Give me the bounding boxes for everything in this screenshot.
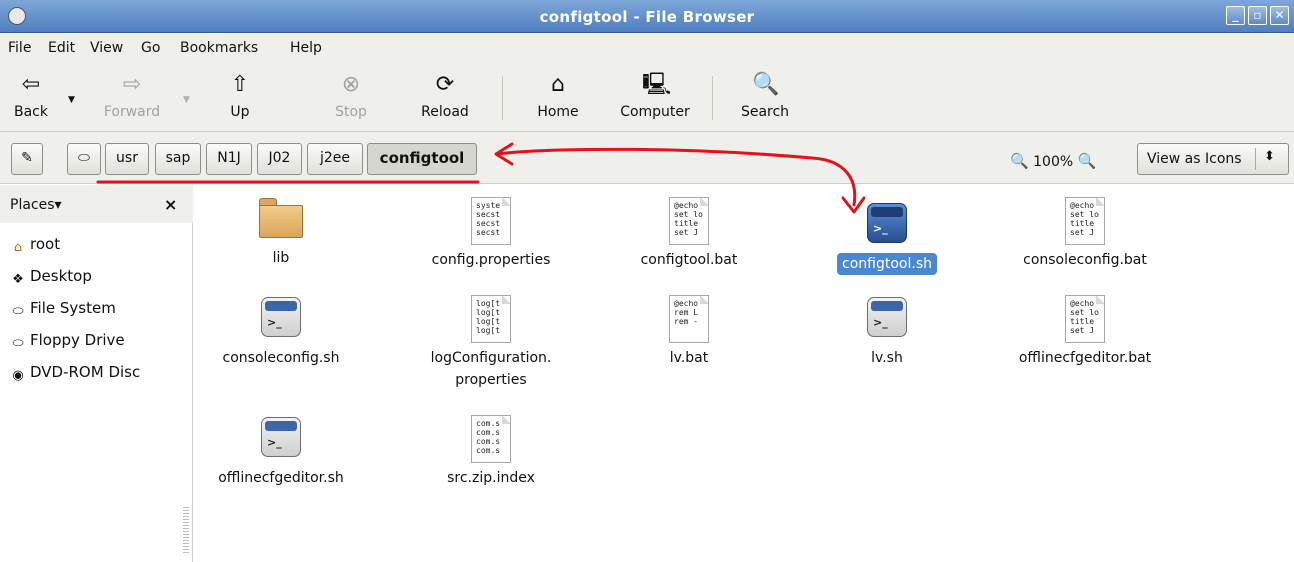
home-button[interactable]: ⌂ Home: [528, 68, 588, 120]
toolbar-separator: [502, 76, 503, 120]
sidebar-mode-select[interactable]: Places▾: [10, 197, 62, 213]
floppy-icon: ⬭: [12, 336, 24, 351]
back-arrow-icon: ⇦: [21, 72, 41, 97]
file-icon-view: lib syste secst secst secst config.properti…: [194, 185, 1294, 562]
file-item-consoleconfig-sh[interactable]: >_ consoleconfig.sh: [206, 295, 356, 369]
folder-icon: [257, 197, 305, 239]
window-title: configtool - File Browser: [539, 8, 755, 26]
path-button-j2ee[interactable]: j2ee: [307, 143, 363, 175]
zoom-control: 🔍 100% 🔍: [1010, 152, 1096, 170]
file-item-lib[interactable]: lib: [206, 197, 356, 269]
zoom-in-icon[interactable]: 🔍: [1078, 152, 1097, 170]
reload-icon: ⟳: [435, 72, 455, 97]
back-button[interactable]: ⇦ Back: [6, 68, 56, 120]
file-item-configtool-bat[interactable]: @echo set lo title set J configtool.bat: [614, 197, 764, 271]
path-root-button[interactable]: ⬭: [67, 143, 101, 175]
stop-icon: ⊗: [341, 72, 361, 97]
drive-icon: ⬭: [12, 304, 24, 319]
stop-button[interactable]: ⊗ Stop: [326, 68, 376, 120]
toolbar: ⇦ Back ▼ ⇨ Forward ▼ ⇧ Up ⊗ Stop ⟳ Reloa…: [0, 64, 1294, 132]
menu-file[interactable]: File: [8, 40, 31, 56]
text-file-icon: @echo set lo title set J: [669, 197, 709, 245]
edit-location-icon: ✎: [21, 150, 33, 166]
file-item-offlinecfgeditor-bat[interactable]: @echo set lo title set J offlinecfgeditor.b…: [1010, 295, 1160, 369]
path-button-sap[interactable]: sap: [155, 143, 201, 175]
zoom-level[interactable]: 100%: [1033, 154, 1073, 170]
terminal-script-icon: >_: [261, 417, 301, 457]
updown-arrow-icon: ⬍: [1264, 149, 1275, 164]
dvd-icon: ◉: [12, 368, 24, 383]
sidebar-item-file-system[interactable]: ⬭ File System: [10, 299, 115, 320]
text-file-icon: log[t log[t log[t log[t: [471, 295, 511, 343]
maximize-button[interactable]: ▫: [1248, 6, 1267, 25]
up-button[interactable]: ⇧ Up: [218, 68, 262, 120]
forward-arrow-icon: ⇨: [122, 72, 142, 97]
search-icon: 🔍: [752, 72, 780, 97]
minimize-button[interactable]: _: [1226, 6, 1245, 25]
menu-edit[interactable]: Edit: [48, 40, 75, 56]
terminal-script-icon: >_: [867, 297, 907, 337]
file-item-config-properties[interactable]: syste secst secst secst config.properties: [416, 197, 566, 271]
sidebar-item-floppy-drive[interactable]: ⬭ Floppy Drive: [10, 331, 124, 352]
path-button-configtool[interactable]: configtool: [367, 143, 477, 175]
toggle-location-entry-button[interactable]: ✎: [11, 143, 43, 175]
close-sidebar-icon[interactable]: ×: [164, 195, 177, 214]
path-button-usr[interactable]: usr: [105, 143, 149, 175]
menu-bookmarks[interactable]: Bookmarks: [180, 40, 258, 56]
terminal-script-icon: >_: [867, 203, 907, 243]
title-bar: configtool - File Browser _ ▫ ✕: [0, 0, 1294, 33]
sidebar-item-desktop[interactable]: ❖ Desktop: [10, 267, 92, 288]
up-arrow-icon: ⇧: [230, 72, 250, 97]
text-file-icon: @echo rem Lrem -: [669, 295, 709, 343]
search-button[interactable]: 🔍 Search: [732, 68, 798, 120]
location-bar: ✎ ⬭ usr sap N1J J02 j2ee configtool 🔍 10…: [0, 132, 1294, 184]
forward-history-dropdown[interactable]: ▼: [183, 95, 190, 105]
sidebar: Places▾ × ⌂ root ❖ Desktop ⬭ File System ⬭ F…: [0, 185, 193, 562]
file-item-offlinecfgeditor-sh[interactable]: >_ offlinecfgeditor.sh: [206, 415, 356, 489]
home-icon: ⌂: [551, 72, 565, 97]
computer-icon: 🖳: [642, 72, 672, 97]
file-item-src-zip-index[interactable]: com.s com.s com.s com.s src.zip.index: [416, 415, 566, 489]
reload-button[interactable]: ⟳ Reload: [410, 68, 480, 120]
file-item-lv-sh[interactable]: >_ lv.sh: [812, 295, 962, 369]
computer-button[interactable]: 🖳 Computer: [610, 68, 700, 120]
view-mode-divider: [1255, 148, 1256, 170]
back-history-dropdown[interactable]: ▼: [68, 95, 75, 105]
file-item-consoleconfig-bat[interactable]: @echo set lo title set J consoleconfig.bat: [1010, 197, 1160, 271]
toolbar-separator: [712, 76, 713, 120]
view-mode-value: View as Icons: [1147, 151, 1242, 167]
sidebar-item-dvd-rom-disc[interactable]: ◉ DVD-ROM Disc: [10, 363, 140, 384]
sidebar-resize-handle[interactable]: [183, 505, 189, 555]
forward-button[interactable]: ⇨ Forward: [92, 68, 172, 120]
sidebar-item-root[interactable]: ⌂ root: [10, 235, 60, 256]
file-item-logconfiguration-properties[interactable]: log[t log[t log[t log[t logConfiguration. p…: [416, 295, 566, 391]
path-button-n1j[interactable]: N1J: [206, 143, 252, 175]
text-file-icon: @echo set lo title set J: [1065, 295, 1105, 343]
drive-icon: ⬭: [78, 150, 90, 166]
text-file-icon: @echo set lo title set J: [1065, 197, 1105, 245]
zoom-out-icon[interactable]: 🔍: [1010, 152, 1029, 170]
menu-view[interactable]: View: [90, 40, 123, 56]
view-mode-select[interactable]: View as Icons ⬍: [1137, 143, 1289, 175]
file-item-configtool-sh[interactable]: >_ configtool.sh: [812, 197, 962, 275]
text-file-icon: com.s com.s com.s com.s: [471, 415, 511, 463]
menu-help[interactable]: Help: [290, 40, 322, 56]
sidebar-header: Places▾ ×: [0, 185, 193, 223]
desktop-icon: ❖: [12, 272, 24, 287]
file-item-lv-bat[interactable]: @echo rem Lrem - lv.bat: [614, 295, 764, 369]
terminal-script-icon: >_: [261, 297, 301, 337]
path-button-j02[interactable]: J02: [257, 143, 302, 175]
home-folder-icon: ⌂: [13, 240, 23, 255]
menu-bar: File Edit View Go Bookmarks Help: [0, 34, 1294, 64]
text-file-icon: syste secst secst secst: [471, 197, 511, 245]
menu-go[interactable]: Go: [141, 40, 160, 56]
close-button[interactable]: ✕: [1270, 6, 1289, 25]
